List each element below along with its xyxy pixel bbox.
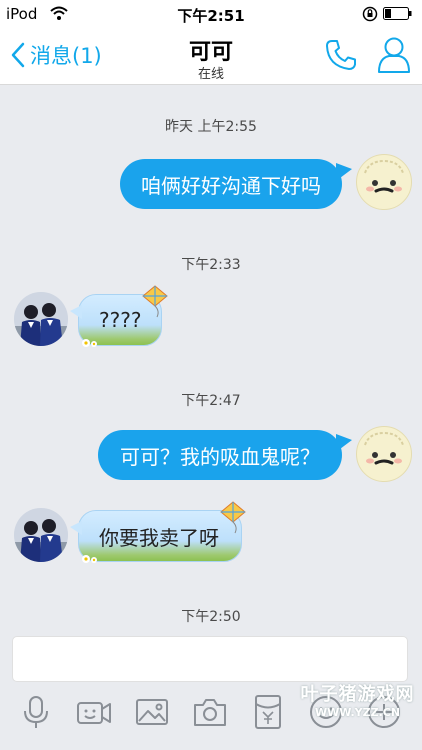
status-bar: iPod 下午2:51 (0, 0, 422, 28)
watermark-title: 叶子猪游戏网 (300, 684, 415, 705)
kite-icon (220, 501, 246, 534)
chat-header: 消息(1) 可可 在线 (0, 28, 422, 85)
contact-name: 可可 (188, 40, 233, 65)
message-input[interactable] (12, 636, 408, 682)
my-avatar[interactable] (356, 426, 412, 482)
my-avatar[interactable] (356, 154, 412, 210)
rotation-lock-icon (362, 6, 378, 22)
phone-icon[interactable] (324, 38, 358, 72)
message-text: 咱俩好好沟通下好吗 (141, 173, 321, 198)
kite-icon (142, 285, 168, 318)
timestamp: 昨天 上午2:55 (165, 119, 257, 135)
timestamp: 下午2:47 (181, 393, 241, 409)
message-text: 可可？我的吸血鬼呢？ (120, 444, 320, 469)
contact-avatar[interactable] (14, 292, 68, 346)
video-icon[interactable] (76, 694, 112, 730)
contact-photo (14, 292, 68, 346)
timestamp: 下午2:33 (181, 257, 241, 273)
battery-icon (383, 7, 412, 20)
message-text: ???? (99, 308, 142, 332)
mushroom-face-icon (364, 431, 404, 465)
daisy-icon (82, 555, 97, 563)
timestamp: 下午2:50 (181, 609, 241, 625)
red-packet-icon[interactable] (250, 694, 286, 730)
message-text: 你要我卖了呀 (99, 525, 219, 550)
mushroom-face-icon (364, 159, 404, 193)
daisy-icon (82, 339, 97, 347)
contact-status: 在线 (197, 67, 224, 82)
contact-avatar[interactable] (14, 508, 68, 562)
site-watermark: 叶子猪游戏网 WWW.YZZ.CN (300, 680, 415, 740)
message-bubble-outgoing[interactable]: 咱俩好好沟通下好吗 (120, 159, 352, 209)
mic-icon[interactable] (18, 694, 54, 730)
message-bubble-outgoing[interactable]: 可可？我的吸血鬼呢？ (98, 430, 352, 480)
contact-photo (14, 508, 68, 562)
contact-profile-icon[interactable] (376, 36, 412, 74)
status-time: 下午2:51 (177, 7, 245, 25)
camera-icon[interactable] (192, 694, 228, 730)
watermark-url: WWW.YZZ.CN (314, 706, 401, 719)
image-icon[interactable] (134, 694, 170, 730)
